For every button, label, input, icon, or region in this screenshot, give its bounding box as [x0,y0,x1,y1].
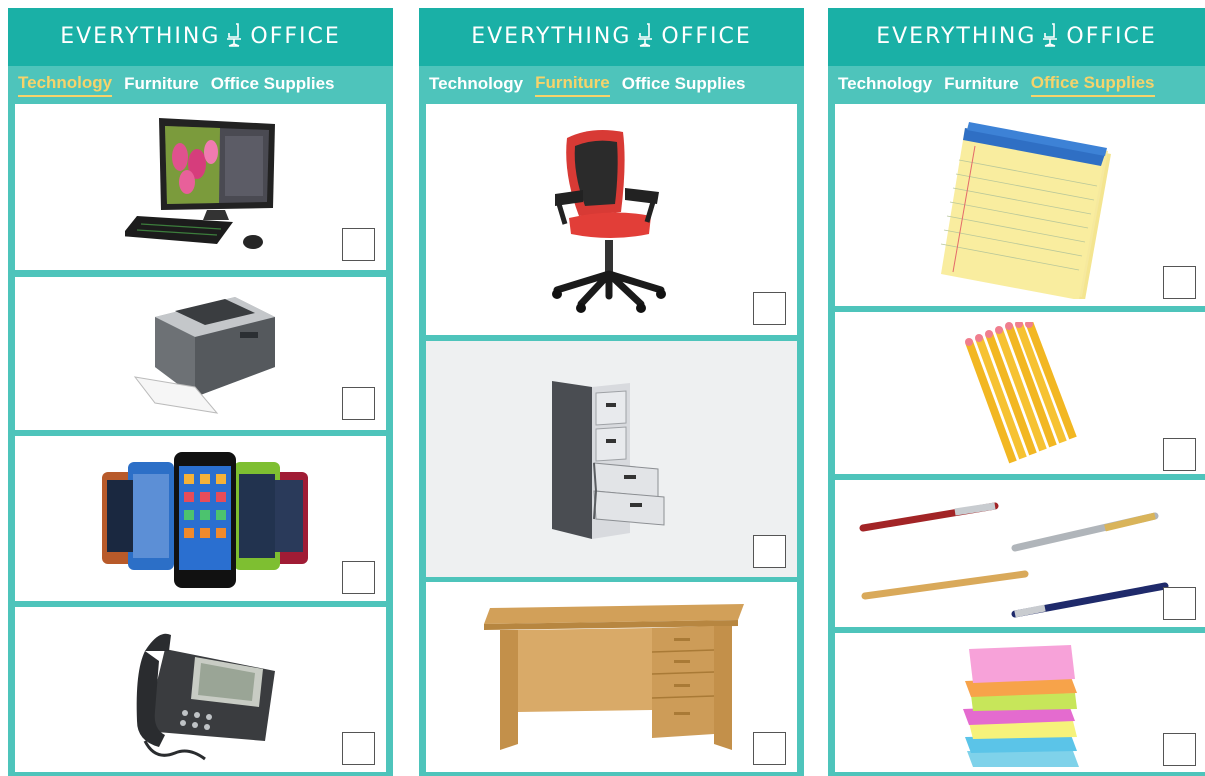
category-tabs: Technology Furniture Office Supplies [419,66,804,104]
tab-technology[interactable]: Technology [429,74,523,96]
select-checkbox[interactable] [342,561,375,594]
select-checkbox[interactable] [1163,587,1196,620]
store-panel-furniture: EVERYTHING OFFICE Technology Furniture Of… [419,8,804,776]
category-tabs: Technology Furniture Office Supplies [8,66,393,104]
product-card-office-chair[interactable] [426,104,797,335]
product-card-filing-cabinet[interactable] [426,341,797,577]
tab-office-supplies[interactable]: Office Supplies [622,74,746,96]
brand-header: EVERYTHING OFFICE [828,8,1205,66]
tab-furniture[interactable]: Furniture [535,73,610,97]
select-checkbox[interactable] [1163,733,1196,766]
smartphones-image [102,452,308,588]
brand-right: OFFICE [250,24,341,49]
pencils-image [965,322,1077,464]
office-chair-icon [638,23,653,47]
select-checkbox[interactable] [342,732,375,765]
brand-left: EVERYTHING [60,24,221,49]
desk-phone-image [136,633,275,761]
product-card-desktop-computer[interactable] [15,104,386,270]
product-card-desk-phone[interactable] [15,607,386,772]
select-checkbox[interactable] [1163,438,1196,471]
select-checkbox[interactable] [753,292,786,325]
tab-office-supplies[interactable]: Office Supplies [1030,73,1155,97]
select-checkbox[interactable] [753,535,786,568]
tab-furniture[interactable]: Furniture [124,74,199,96]
product-card-legal-pad[interactable] [835,104,1205,306]
select-checkbox[interactable] [1163,266,1196,299]
brand-header: EVERYTHING OFFICE [8,8,393,66]
laser-printer-image [133,297,275,414]
tab-furniture[interactable]: Furniture [944,74,1019,96]
tab-office-supplies[interactable]: Office Supplies [211,74,335,96]
product-card-pens[interactable] [835,480,1205,627]
product-card-smartphones[interactable] [15,436,386,601]
sticky-notes-image [963,645,1079,767]
brand-left: EVERYTHING [876,24,1037,49]
office-chair-icon [1043,23,1058,47]
select-checkbox[interactable] [342,228,375,261]
brand-left: EVERYTHING [471,24,632,49]
desk-image [484,604,744,750]
product-card-pencils[interactable] [835,312,1205,474]
filing-cabinet-image [552,381,665,539]
brand-header: EVERYTHING OFFICE [419,8,804,66]
product-card-desk[interactable] [426,582,797,772]
product-card-laser-printer[interactable] [15,277,386,430]
office-chair-image [552,130,666,313]
store-panel-technology: EVERYTHING OFFICE Technology Furniture Of… [8,8,393,776]
select-checkbox[interactable] [342,387,375,420]
select-checkbox[interactable] [753,732,786,765]
office-chair-icon [227,23,242,47]
category-tabs: Technology Furniture Office Supplies [828,66,1205,104]
tab-technology[interactable]: Technology [18,73,113,97]
pens-image [859,502,1169,618]
brand-right: OFFICE [1066,24,1157,49]
legal-pad-image [940,122,1111,299]
desktop-computer-image [125,118,275,249]
store-panel-office-supplies: EVERYTHING OFFICE Technology Furniture Of… [828,8,1205,776]
tab-technology[interactable]: Technology [838,74,932,96]
product-card-sticky-notes[interactable] [835,633,1205,772]
brand-right: OFFICE [661,24,752,49]
